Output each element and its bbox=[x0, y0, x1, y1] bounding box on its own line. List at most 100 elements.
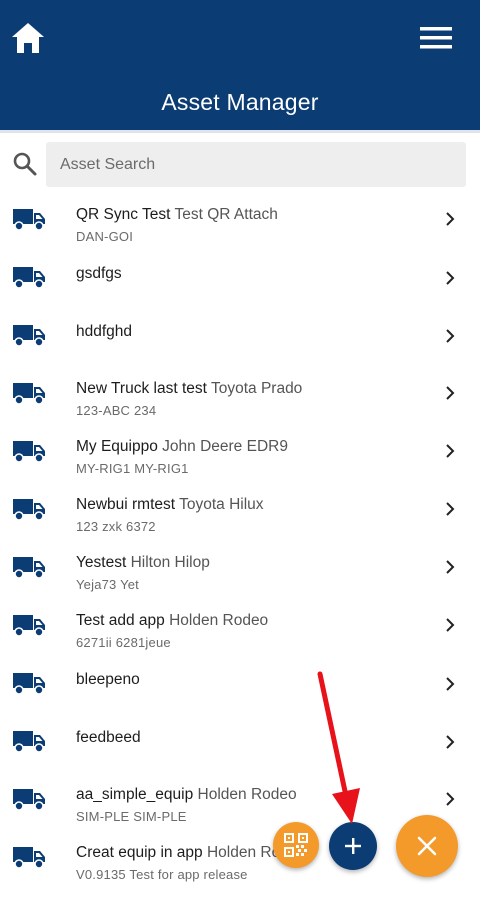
asset-name: QR Sync Test bbox=[76, 206, 171, 223]
truck-icon bbox=[13, 209, 45, 231]
asset-name: My Equippo bbox=[76, 438, 158, 455]
asset-model: John Deere EDR9 bbox=[162, 438, 288, 455]
asset-title: bleepeno bbox=[76, 670, 436, 690]
search-icon bbox=[13, 152, 37, 176]
asset-text: gsdfgs bbox=[76, 264, 436, 284]
chevron-right-icon bbox=[446, 560, 455, 574]
truck-icon bbox=[13, 731, 45, 753]
asset-title: hddfghd bbox=[76, 322, 436, 342]
asset-title: QR Sync Test Test QR Attach bbox=[76, 205, 436, 225]
asset-identifier: Yeja73 Yet bbox=[76, 577, 139, 592]
page-title: Asset Manager bbox=[161, 89, 319, 115]
truck-icon bbox=[13, 847, 45, 869]
chevron-right-icon bbox=[446, 502, 455, 516]
asset-identifier: 123-ABC 234 bbox=[76, 403, 157, 418]
asset-search-input[interactable] bbox=[46, 142, 466, 187]
asset-model: Holden Rodeo bbox=[169, 612, 269, 629]
close-fab-menu-button[interactable] bbox=[396, 815, 458, 877]
chevron-right-icon bbox=[446, 271, 455, 285]
asset-text: Test add app Holden Rodeo 6271ii 6281jeue bbox=[76, 611, 436, 651]
asset-name: hddfghd bbox=[76, 323, 133, 340]
home-icon[interactable] bbox=[10, 20, 46, 56]
truck-icon bbox=[13, 383, 45, 405]
asset-text: My Equippo John Deere EDR9 MY-RIG1 MY-RIG… bbox=[76, 437, 436, 477]
asset-title: aa_simple_equip Holden Rodeo bbox=[76, 785, 436, 805]
chevron-right-icon bbox=[446, 444, 455, 458]
asset-name: New Truck last test bbox=[76, 380, 207, 397]
qr-code-icon bbox=[284, 833, 308, 857]
asset-row[interactable]: feedbeed bbox=[0, 712, 480, 770]
asset-row[interactable]: aa_simple_equip Holden Rodeo SIM-PLE SIM-… bbox=[0, 770, 480, 828]
add-asset-button[interactable] bbox=[329, 822, 377, 870]
asset-identifier: 123 zxk 6372 bbox=[76, 519, 156, 534]
asset-name: feedbeed bbox=[76, 729, 141, 746]
asset-identifier: V0.9135 Test for app release bbox=[76, 867, 248, 882]
asset-text: bleepeno bbox=[76, 670, 436, 690]
asset-row[interactable]: hddfghd bbox=[0, 306, 480, 364]
asset-row[interactable]: gsdfgs bbox=[0, 248, 480, 306]
asset-text: hddfghd bbox=[76, 322, 436, 342]
asset-row[interactable]: New Truck last test Toyota Prado 123-ABC … bbox=[0, 364, 480, 422]
asset-text: Yestest Hilton Hilop Yeja73 Yet bbox=[76, 553, 436, 593]
asset-title: feedbeed bbox=[76, 728, 436, 748]
asset-title: Yestest Hilton Hilop bbox=[76, 553, 436, 573]
asset-row[interactable]: Yestest Hilton Hilop Yeja73 Yet bbox=[0, 538, 480, 596]
asset-title: My Equippo John Deere EDR9 bbox=[76, 437, 436, 457]
asset-name: Yestest bbox=[76, 554, 127, 571]
asset-name: Newbui rmtest bbox=[76, 496, 176, 513]
asset-model: Toyota Prado bbox=[210, 380, 303, 397]
asset-identifier: 6271ii 6281jeue bbox=[76, 635, 171, 650]
truck-icon bbox=[13, 267, 45, 289]
asset-title: Newbui rmtest Toyota Hilux bbox=[76, 495, 436, 515]
header-divider bbox=[0, 130, 480, 133]
close-icon bbox=[417, 836, 437, 856]
asset-model: Test QR Attach bbox=[174, 206, 278, 223]
asset-text: Newbui rmtest Toyota Hilux 123 zxk 6372 bbox=[76, 495, 436, 535]
truck-icon bbox=[13, 615, 45, 637]
asset-name: Creat equip in app bbox=[76, 844, 203, 861]
asset-title: Creat equip in app Holden Rodeo bbox=[76, 843, 436, 863]
app-header: Asset Manager bbox=[0, 0, 480, 130]
chevron-right-icon bbox=[446, 329, 455, 343]
truck-icon bbox=[13, 789, 45, 811]
hamburger-menu-icon[interactable] bbox=[418, 24, 454, 52]
asset-name: aa_simple_equip bbox=[76, 786, 194, 803]
asset-row[interactable]: bleepeno bbox=[0, 654, 480, 712]
chevron-right-icon bbox=[446, 618, 455, 632]
truck-icon bbox=[13, 499, 45, 521]
chevron-right-icon bbox=[446, 212, 455, 226]
asset-model: Hilton Hilop bbox=[130, 554, 210, 571]
asset-identifier: SIM-PLE SIM-PLE bbox=[76, 809, 187, 824]
chevron-right-icon bbox=[446, 792, 455, 806]
chevron-right-icon bbox=[446, 677, 455, 691]
truck-icon bbox=[13, 557, 45, 579]
chevron-right-icon bbox=[446, 735, 455, 749]
asset-name: bleepeno bbox=[76, 671, 140, 688]
asset-text: aa_simple_equip Holden Rodeo SIM-PLE SIM-… bbox=[76, 785, 436, 825]
asset-model: Holden Rodeo bbox=[197, 786, 297, 803]
asset-text: Creat equip in app Holden Rodeo V0.9135 T… bbox=[76, 843, 436, 883]
asset-name: gsdfgs bbox=[76, 265, 122, 282]
truck-icon bbox=[13, 325, 45, 347]
asset-title: gsdfgs bbox=[76, 264, 436, 284]
scan-qr-button[interactable] bbox=[273, 822, 319, 868]
asset-row[interactable]: Newbui rmtest Toyota Hilux 123 zxk 6372 bbox=[0, 480, 480, 538]
asset-list: QR Sync Test Test QR Attach DAN-GOI gsdfgs… bbox=[0, 190, 480, 903]
asset-name: Test add app bbox=[76, 612, 165, 629]
asset-model: Toyota Hilux bbox=[179, 496, 264, 513]
asset-row[interactable]: Test Add Equipment Toyota Landcruiser bbox=[0, 886, 480, 903]
chevron-right-icon bbox=[446, 386, 455, 400]
asset-row[interactable]: QR Sync Test Test QR Attach DAN-GOI bbox=[0, 190, 480, 248]
truck-icon bbox=[13, 673, 45, 695]
asset-row[interactable]: My Equippo John Deere EDR9 MY-RIG1 MY-RIG… bbox=[0, 422, 480, 480]
asset-text: feedbeed bbox=[76, 728, 436, 748]
plus-icon bbox=[345, 838, 361, 854]
asset-identifier: DAN-GOI bbox=[76, 229, 134, 244]
asset-row[interactable]: Test add app Holden Rodeo 6271ii 6281jeue bbox=[0, 596, 480, 654]
asset-identifier: MY-RIG1 MY-RIG1 bbox=[76, 461, 189, 476]
asset-title: Test add app Holden Rodeo bbox=[76, 611, 436, 631]
asset-text: New Truck last test Toyota Prado 123-ABC … bbox=[76, 379, 436, 419]
truck-icon bbox=[13, 441, 45, 463]
asset-title: New Truck last test Toyota Prado bbox=[76, 379, 436, 399]
asset-text: QR Sync Test Test QR Attach DAN-GOI bbox=[76, 205, 436, 245]
